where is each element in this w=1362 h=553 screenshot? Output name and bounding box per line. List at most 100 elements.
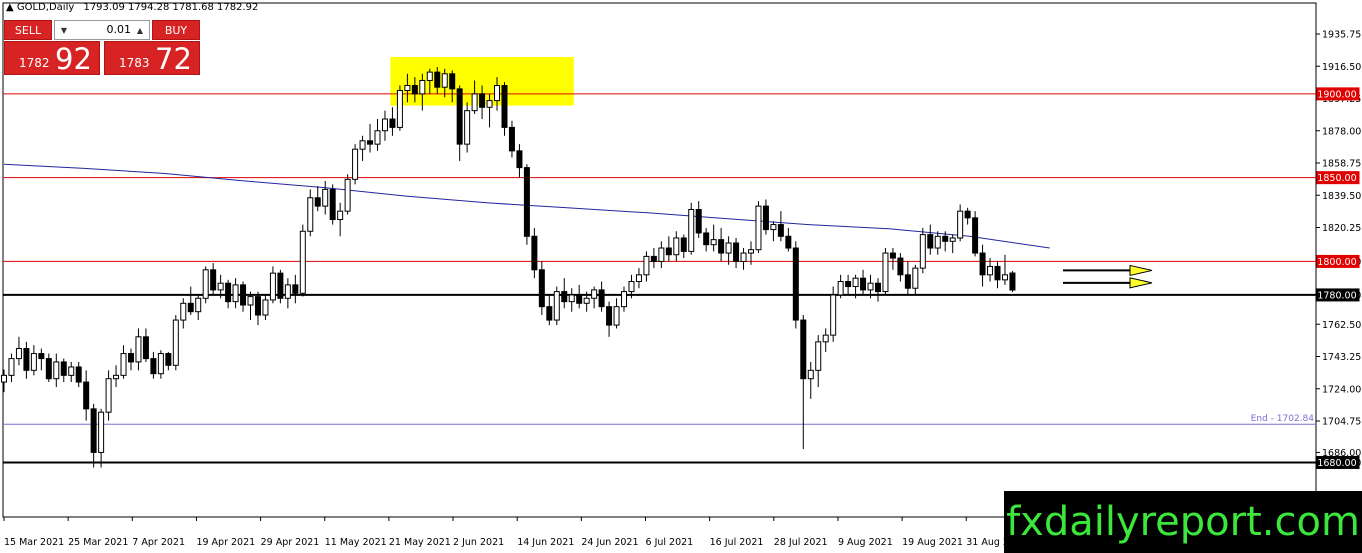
candle-body-bullish: [113, 374, 120, 380]
candle-body-bullish: [299, 230, 306, 294]
candle-body-bullish: [643, 255, 650, 276]
candle: [830, 286, 837, 342]
candle: [329, 184, 336, 225]
x-tick-label: 19 Apr 2021: [196, 537, 255, 548]
candle-body-bullish: [628, 281, 635, 293]
price-chart[interactable]: End - 1702.841935.751916.501897.251878.0…: [0, 0, 1362, 553]
candle-body-bullish: [15, 348, 22, 360]
candle-body-bullish: [344, 178, 351, 212]
candle-body-bullish: [352, 148, 359, 180]
candle-body-bearish: [389, 118, 396, 128]
candle-body-bullish: [583, 297, 590, 304]
candle-body-bullish: [710, 239, 717, 246]
candle-body-bearish: [792, 247, 799, 321]
candle-body-bullish: [912, 267, 919, 289]
sell-button[interactable]: SELL: [4, 20, 52, 40]
candle-body-bullish: [98, 411, 105, 453]
candle-body-bearish: [800, 319, 807, 380]
sell-price-pips: 92: [55, 42, 92, 76]
candle: [396, 85, 403, 131]
sell-price-quote[interactable]: 1782 92: [4, 41, 100, 76]
candle-body-bearish: [695, 208, 702, 234]
candle-body-bearish: [479, 93, 486, 108]
candle-body-bearish: [142, 336, 149, 360]
candle-body-bullish: [135, 336, 142, 363]
buy-button[interactable]: BUY: [152, 20, 200, 40]
collapse-triangle-icon[interactable]: ▲: [6, 2, 14, 13]
candle-body-bullish: [613, 306, 620, 326]
one-click-trading-panel: SELL ▼ ▲ BUY 1782 92 1783 72: [4, 20, 200, 76]
candle-body-bearish: [83, 381, 90, 410]
candle-body-bullish: [837, 281, 844, 296]
candle-body-bullish: [770, 224, 777, 231]
candle: [755, 201, 762, 254]
candle-body-bearish: [994, 265, 1001, 281]
candle-body-bullish: [830, 294, 837, 336]
x-tick-label: 28 Jul 2021: [774, 537, 828, 548]
y-tick-label: 1839.50: [1322, 191, 1361, 202]
candle-body-bearish: [561, 291, 568, 303]
candle-body-bullish: [284, 284, 291, 299]
x-tick-label: 14 Jun 2021: [517, 537, 574, 548]
candle-body-bearish: [508, 126, 515, 152]
candle-body-bullish: [1, 374, 7, 383]
candle-body-bullish: [673, 237, 680, 256]
candle-body-bearish: [860, 277, 867, 291]
sell-price-prefix: 1782: [19, 56, 50, 70]
candle-body-bullish: [464, 110, 471, 145]
candle-body-bullish: [621, 291, 628, 308]
candle-body-bullish: [725, 242, 732, 254]
candle-body-bearish: [523, 167, 530, 237]
lot-size-input[interactable]: [73, 22, 131, 37]
candle-body-bearish: [60, 361, 67, 376]
buy-price-quote[interactable]: 1783 72: [104, 41, 200, 76]
y-tick-label: 1820.25: [1322, 223, 1361, 234]
candle-body-bearish: [703, 232, 710, 246]
candle-body-bearish: [367, 140, 374, 145]
candle-body-bullish: [494, 85, 501, 102]
x-tick-label: 15 Mar 2021: [4, 537, 64, 548]
lot-increase-icon[interactable]: ▲: [132, 21, 148, 39]
candle-body-bearish: [718, 239, 725, 254]
candle-body-bearish: [942, 235, 949, 242]
candle: [538, 261, 545, 316]
candle-body-bullish: [374, 130, 381, 145]
lot-decrease-icon[interactable]: ▼: [56, 21, 72, 39]
candle-body-bullish: [53, 361, 60, 380]
candle-body-bearish: [165, 353, 172, 366]
candle-body-bearish: [733, 242, 740, 262]
candle-body-bearish: [598, 289, 605, 308]
brand-watermark: fxdailyreport.com: [1004, 491, 1362, 553]
ohlc-readout: 1793.09 1794.28 1781.68 1782.92: [83, 2, 259, 13]
candle-body-bullish: [957, 210, 964, 239]
candle-body-bullish: [740, 252, 747, 262]
candle: [882, 248, 889, 295]
candle-body-bearish: [665, 247, 672, 256]
candle-body-bullish: [591, 289, 598, 299]
candle-body-bullish: [381, 118, 388, 132]
candle-body-bullish: [471, 93, 478, 112]
candle-body-bearish: [531, 235, 538, 271]
level-price-tag-text: 1800.00: [1317, 257, 1356, 268]
candle-body-bearish: [897, 257, 904, 276]
level-price-tag-text: 1900.00: [1317, 89, 1356, 100]
candle-body-bullish: [337, 210, 344, 221]
candle-body-bearish: [434, 71, 441, 88]
candle-body-bearish: [546, 306, 553, 321]
x-tick-label: 7 Apr 2021: [132, 537, 185, 548]
candle-body-bullish: [635, 274, 642, 283]
candle-body-bullish: [807, 369, 814, 380]
candle-body-bearish: [225, 282, 232, 303]
buy-price-prefix: 1783: [119, 56, 150, 70]
x-tick-label: 2 Jun 2021: [453, 537, 504, 548]
candle-body-bearish: [538, 269, 545, 308]
candle-body-bullish: [68, 366, 75, 376]
candle: [501, 82, 508, 136]
candle-body-bullish: [688, 208, 695, 252]
candle-body-bearish: [650, 255, 657, 262]
candle-body-bearish: [254, 296, 261, 316]
y-tick-label: 1724.00: [1322, 384, 1361, 395]
candle-body-bullish: [568, 294, 575, 303]
candle-body-bullish: [987, 265, 994, 276]
candle-body-bullish: [419, 79, 426, 95]
